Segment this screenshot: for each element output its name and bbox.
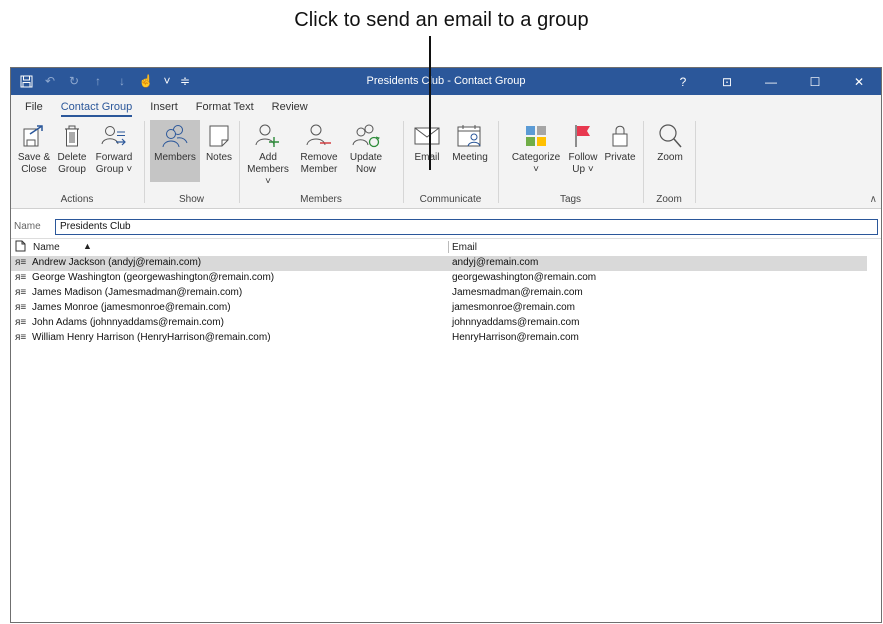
list-header: Name ▲ Email [11, 240, 871, 254]
forward-group-button[interactable]: Forward Group ˅ [91, 120, 137, 182]
table-row[interactable]: ᴙ≡ George Washington (georgewashington@r… [11, 271, 871, 286]
group-label-communicate: Communicate [419, 194, 482, 205]
tab-review[interactable]: Review [264, 101, 318, 117]
meeting-calendar-icon [447, 120, 493, 152]
member-email: johnnyaddams@remain.com [452, 317, 580, 328]
column-header-name[interactable]: Name [33, 242, 60, 253]
update-members-icon [345, 120, 387, 152]
member-name: George Washington (georgewashington@rema… [32, 272, 275, 283]
trash-icon [54, 120, 90, 152]
member-email: andyj@remain.com [452, 257, 539, 268]
callout-pointer-line [429, 36, 431, 170]
group-label-members: Members [300, 194, 342, 205]
envelope-icon [410, 120, 444, 152]
follow-up-button[interactable]: Follow Up ˅ [566, 120, 600, 182]
member-name: Andrew Jackson (andyj@remain.com) [32, 257, 202, 268]
zoom-button[interactable]: Zoom [652, 120, 688, 182]
table-row[interactable]: ᴙ≡ James Monroe (jamesmonroe@remain.com)… [11, 301, 871, 316]
group-name-field[interactable]: Presidents Club [55, 219, 878, 235]
window-controls: ? ⊡ — ☐ ✕ [661, 68, 881, 95]
group-label-zoom: Zoom [656, 194, 682, 205]
table-row[interactable]: ᴙ≡ Andrew Jackson (andyj@remain.com) and… [11, 256, 867, 271]
tab-contact-group[interactable]: Contact Group [53, 101, 143, 117]
callout-text: Click to send an email to a group [294, 9, 589, 31]
tab-file[interactable]: File [17, 101, 53, 117]
member-email: HenryHarrison@remain.com [452, 332, 579, 343]
ribbon-separator [695, 121, 696, 203]
notes-icon [202, 120, 236, 152]
group-communicate: Email Meeting Communicate [404, 117, 497, 208]
update-now-button[interactable]: Update Now [345, 120, 387, 182]
group-tags: Categorize ˅ Follow Up ˅ Private Tags [499, 117, 642, 208]
group-members: Add Members ˅ Remove Member Update Now M… [240, 117, 402, 208]
notes-view-button[interactable]: Notes [202, 120, 236, 182]
email-button[interactable]: Email [410, 120, 444, 182]
magnifier-icon [652, 120, 688, 152]
member-email: Jamesmadman@remain.com [452, 287, 583, 298]
add-members-button[interactable]: Add Members ˅ [244, 120, 292, 187]
name-label: Name [14, 221, 41, 232]
minimize-icon[interactable]: — [749, 68, 793, 95]
sort-ascending-icon: ▲ [83, 241, 92, 251]
save-close-icon [14, 120, 54, 152]
maximize-icon[interactable]: ☐ [793, 68, 837, 95]
group-actions: Save & Close Delete Group Forward Group … [11, 117, 143, 208]
contact-icon: ᴙ≡ [15, 317, 27, 328]
member-email: georgewashington@remain.com [452, 272, 597, 283]
forward-contact-icon [91, 120, 137, 152]
lock-icon [601, 120, 639, 152]
remove-member-button[interactable]: Remove Member [295, 120, 343, 182]
tab-insert[interactable]: Insert [142, 101, 188, 117]
member-name: William Henry Harrison (HenryHarrison@re… [32, 332, 271, 343]
column-divider[interactable] [448, 241, 449, 253]
contact-icon: ᴙ≡ [15, 332, 27, 343]
callout: Click to send an email to a group [0, 0, 883, 66]
table-row[interactable]: ᴙ≡ William Henry Harrison (HenryHarrison… [11, 331, 871, 346]
contact-group-window: ↶ ↻ ↑ ↓ ☝ ˅ ≑ Presidents Club - Contact … [10, 67, 882, 623]
name-row: Name Presidents Club [11, 217, 881, 237]
contact-icon: ᴙ≡ [15, 287, 27, 298]
table-row[interactable]: ᴙ≡ James Madison (Jamesmadman@remain.com… [11, 286, 871, 301]
ribbon: Save & Close Delete Group Forward Group … [11, 117, 881, 209]
group-label-actions: Actions [60, 194, 94, 205]
private-button[interactable]: Private [601, 120, 639, 182]
member-email: jamesmonroe@remain.com [452, 302, 575, 313]
flag-icon [566, 120, 600, 152]
table-row[interactable]: ᴙ≡ John Adams (johnnyaddams@remain.com) … [11, 316, 871, 331]
collapse-ribbon-icon[interactable]: ∧ [870, 194, 877, 205]
categorize-button[interactable]: Categorize ˅ [507, 120, 565, 182]
remove-member-icon [295, 120, 343, 152]
group-label-tags: Tags [559, 194, 582, 205]
save-close-button[interactable]: Save & Close [14, 120, 54, 182]
member-rows: ᴙ≡ Andrew Jackson (andyj@remain.com) and… [11, 256, 871, 346]
members-icon [150, 120, 200, 152]
ribbon-display-options-icon[interactable]: ⊡ [705, 68, 749, 95]
contact-icon: ᴙ≡ [15, 272, 27, 283]
add-member-icon [244, 120, 292, 152]
delete-group-button[interactable]: Delete Group [54, 120, 90, 182]
group-zoom: Zoom Zoom [644, 117, 694, 208]
member-name: John Adams (johnnyaddams@remain.com) [32, 317, 224, 328]
members-list: Name ▲ Email ᴙ≡ Andrew Jackson (andyj@re… [11, 238, 881, 622]
categorize-icon [507, 120, 565, 152]
members-view-button[interactable]: Members [150, 120, 200, 182]
member-name: James Madison (Jamesmadman@remain.com) [32, 287, 243, 298]
title-bar: ↶ ↻ ↑ ↓ ☝ ˅ ≑ Presidents Club - Contact … [11, 68, 881, 95]
ribbon-tabs: File Contact Group Insert Format Text Re… [11, 95, 881, 117]
column-header-email[interactable]: Email [452, 242, 477, 253]
close-icon[interactable]: ✕ [837, 68, 881, 95]
meeting-button[interactable]: Meeting [447, 120, 493, 182]
group-show: Members Notes Show [145, 117, 238, 208]
group-label-show: Show [178, 194, 204, 205]
tab-format-text[interactable]: Format Text [188, 101, 264, 117]
contact-icon: ᴙ≡ [15, 257, 27, 268]
contact-icon: ᴙ≡ [15, 302, 27, 313]
member-name: James Monroe (jamesmonroe@remain.com) [32, 302, 231, 313]
help-icon[interactable]: ? [661, 68, 705, 95]
item-type-icon[interactable] [15, 240, 26, 255]
